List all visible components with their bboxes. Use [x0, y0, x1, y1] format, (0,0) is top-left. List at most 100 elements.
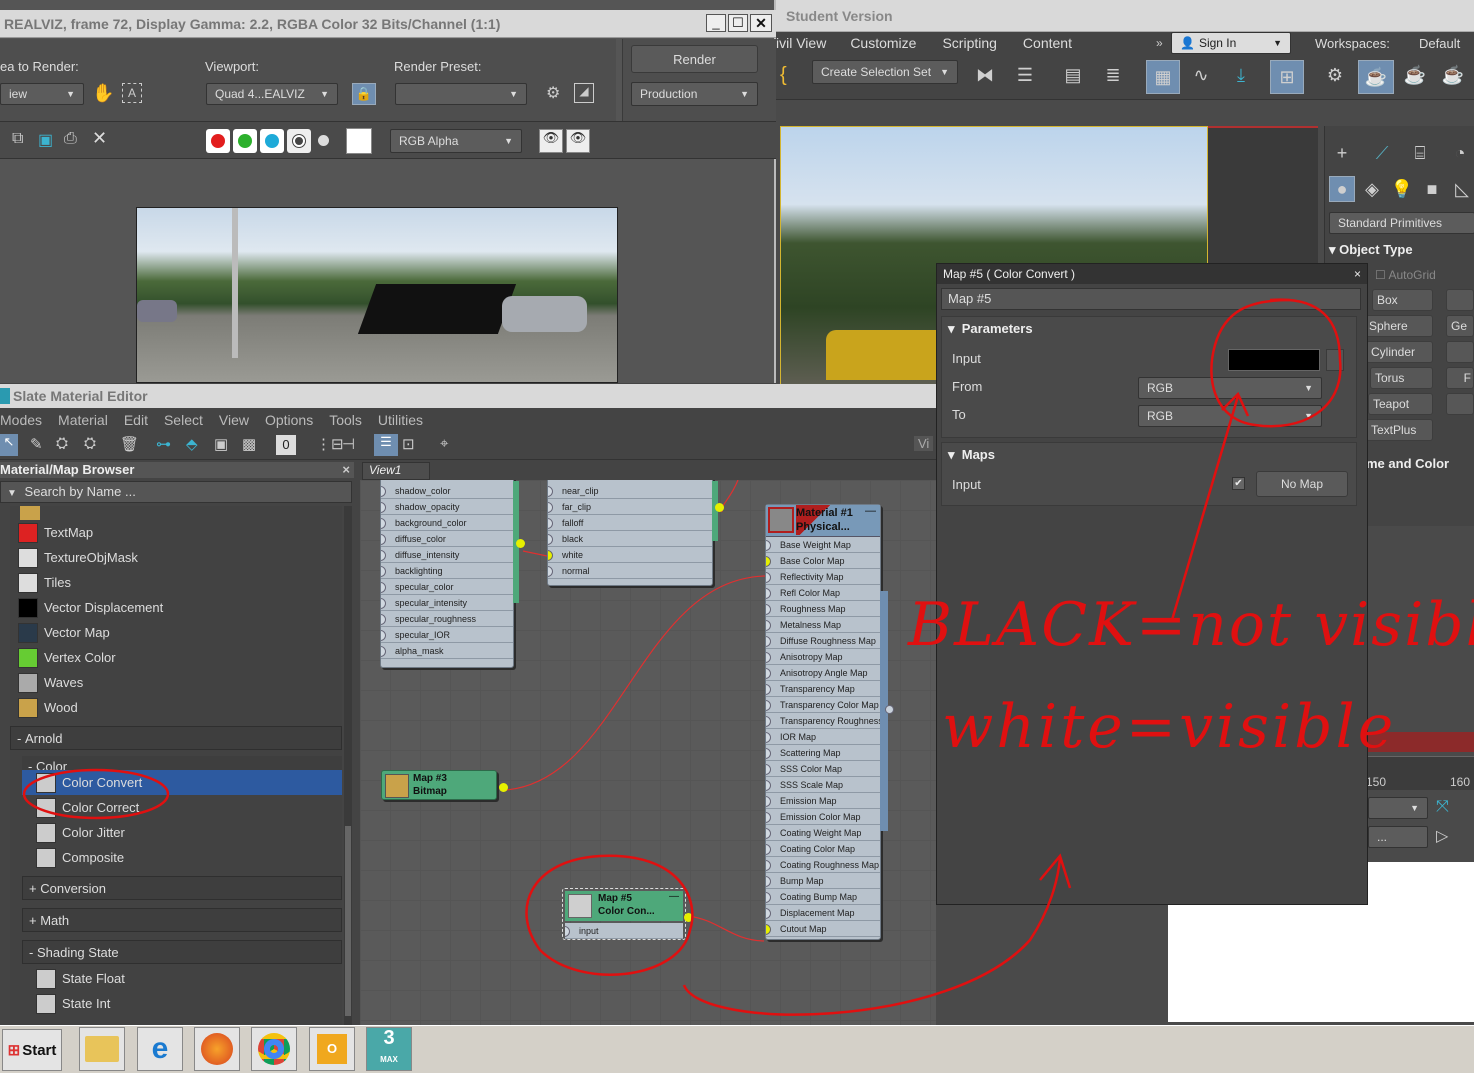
node-slot[interactable]: alpha_mask — [381, 643, 513, 659]
maximize-icon[interactable]: ☐ — [728, 14, 748, 32]
blue-channel-icon[interactable] — [260, 129, 284, 153]
auto-region-icon[interactable]: A — [122, 83, 142, 103]
mono-icon[interactable] — [318, 135, 329, 146]
menu-modes[interactable]: Modes — [0, 412, 42, 428]
color-item[interactable]: Color Correct — [22, 795, 342, 820]
map-name-field[interactable]: Map #5 — [941, 288, 1361, 310]
node-view[interactable]: shadow_color shadow_opacity background_col… — [360, 480, 936, 1025]
render-button[interactable]: Render — [631, 45, 758, 73]
node-slot[interactable]: Base Weight Map — [766, 537, 880, 553]
geosphere-button[interactable]: Ge — [1446, 315, 1474, 337]
browser-toggle-icon[interactable]: ☰ — [374, 434, 398, 456]
node-slot[interactable]: Diffuse Roughness Map — [766, 633, 880, 649]
motion-icon[interactable]: ◔ — [1447, 140, 1473, 166]
input-map-button[interactable] — [1326, 349, 1344, 371]
node-slot[interactable]: Base Color Map — [766, 553, 880, 569]
layout-icon[interactable]: ⋮⊟ — [316, 435, 344, 453]
eyedropper-icon[interactable]: ✎ — [30, 435, 43, 453]
schematic-icon[interactable]: ⊞ — [1270, 60, 1304, 94]
menu-select[interactable]: Select — [164, 412, 203, 428]
node-slot[interactable]: specular_roughness — [381, 611, 513, 627]
extra-button-c[interactable] — [1446, 393, 1474, 415]
math-group[interactable]: + Math — [22, 908, 342, 932]
node-slot[interactable]: background_color — [381, 515, 513, 531]
object-type-rollout[interactable]: ▾ Object Type — [1329, 242, 1413, 258]
modify-icon[interactable]: ⟋ — [1369, 140, 1395, 166]
background-icon[interactable]: ▩ — [242, 435, 256, 453]
view-dropdown-stub[interactable]: Vi — [914, 436, 934, 451]
helpers-icon[interactable]: ◺ — [1449, 176, 1474, 202]
node-slot[interactable]: Scattering Map — [766, 745, 880, 761]
color-convert-node[interactable]: Map #5 Color Con... — input — [562, 888, 693, 940]
browser-item[interactable]: Vertex Color — [10, 645, 342, 670]
outlook-icon[interactable]: O — [309, 1027, 355, 1071]
delete-icon[interactable]: 🗑 — [120, 435, 139, 453]
menu-civil-view[interactable]: ivil View — [776, 35, 826, 51]
toggle-ui-icon[interactable]: 👁 — [539, 129, 563, 153]
to-dropdown[interactable]: RGB ▼ — [1138, 405, 1322, 427]
parameters-rollout[interactable]: ▾ Parameters Input From RGB ▼ To RGB ▼ — [941, 316, 1357, 438]
node-slot[interactable]: Metalness Map — [766, 617, 880, 633]
view-tab[interactable]: View1 — [362, 462, 430, 480]
minimize-icon[interactable]: _ — [706, 14, 726, 32]
node-slot[interactable]: Cutout Map — [766, 921, 880, 937]
mirror-icon[interactable]: ⧓ — [972, 62, 998, 88]
menu-scripting[interactable]: Scripting — [942, 35, 996, 51]
shapes-icon[interactable]: ◈ — [1359, 176, 1385, 202]
start-button[interactable]: ⊞ Start — [2, 1029, 62, 1071]
node-slot[interactable]: Emission Map — [766, 793, 880, 809]
node-slot[interactable]: specular_IOR — [381, 627, 513, 643]
browser-item[interactable]: Tiles — [10, 570, 342, 595]
render-icon[interactable]: ☕ — [1402, 62, 1428, 88]
dope-sheet-icon[interactable]: ⤓ — [1228, 62, 1254, 88]
background-swatch[interactable] — [346, 128, 372, 154]
node-slot[interactable]: Coating Bump Map — [766, 889, 880, 905]
move-icon[interactable]: ⤧ — [1436, 798, 1449, 816]
red-channel-icon[interactable] — [206, 129, 230, 153]
node-slot[interactable]: Coating Weight Map — [766, 825, 880, 841]
node-slot[interactable]: IOR Map — [766, 729, 880, 745]
browser-search[interactable]: ▼ Search by Name ... — [0, 481, 352, 503]
hide-unused-icon[interactable]: ⬘ — [186, 435, 198, 453]
color-item[interactable]: Composite — [22, 845, 342, 870]
3dsmax-icon[interactable]: 3 MAX — [366, 1027, 412, 1071]
node-slot[interactable]: Reflectivity Map — [766, 569, 880, 585]
node-slot[interactable]: Roughness Map — [766, 601, 880, 617]
hand-icon[interactable]: ✋ — [92, 83, 114, 104]
camera-icon[interactable]: ■ — [1419, 176, 1445, 202]
layout-children-icon[interactable]: ⊣ — [342, 435, 355, 453]
browser-options-icon[interactable]: ▼ — [7, 488, 17, 499]
menu-view[interactable]: View — [219, 412, 249, 428]
left-node-output[interactable] — [516, 539, 525, 548]
node-slot[interactable]: backlighting — [381, 563, 513, 579]
bitmap-output[interactable] — [499, 783, 508, 792]
maps-rollout[interactable]: ▾ Maps Input ✔ No Map — [941, 442, 1357, 506]
create-plus-icon[interactable]: + — [1329, 140, 1355, 166]
sign-in-dropdown[interactable]: 👤 Sign In ▼ — [1171, 32, 1291, 54]
node-slot[interactable]: far_clip — [548, 499, 712, 515]
curve-editor-icon[interactable]: ∿ — [1188, 62, 1214, 88]
menu-content[interactable]: Content — [1023, 35, 1072, 51]
copy-icon[interactable]: ⧉ — [12, 130, 23, 148]
shading-state-group[interactable]: - Shading State — [22, 940, 342, 964]
node-slot[interactable]: SSS Scale Map — [766, 777, 880, 793]
cc-collapse-icon[interactable]: — — [669, 891, 679, 902]
workspace-dropdown[interactable]: Default — [1419, 36, 1460, 51]
select-tool-icon[interactable]: ↖ — [0, 434, 18, 456]
node-slot[interactable]: Coating Roughness Map — [766, 857, 880, 873]
environment-icon[interactable]: ◢ — [574, 83, 594, 103]
menu-tools[interactable]: Tools — [329, 412, 362, 428]
hierarchy-icon[interactable]: ⌸ — [1407, 140, 1433, 166]
browser-item[interactable]: Vector Displacement — [10, 595, 342, 620]
move-children-icon[interactable]: ⊶ — [156, 435, 171, 453]
firefox-icon[interactable] — [194, 1027, 240, 1071]
alpha-channel-icon[interactable] — [287, 129, 311, 153]
close-icon[interactable]: ✕ — [750, 14, 772, 32]
print-icon[interactable]: ⎙ — [64, 130, 77, 148]
material-collapse-icon[interactable]: — — [865, 505, 876, 517]
chrome-icon[interactable] — [251, 1027, 297, 1071]
toggle-ui-overlay-icon[interactable]: 👁 — [566, 129, 590, 153]
arnold-group[interactable]: - Arnold — [10, 726, 342, 750]
maps-input-checkbox[interactable]: ✔ — [1232, 477, 1245, 490]
state-item[interactable]: State Float — [22, 966, 342, 991]
